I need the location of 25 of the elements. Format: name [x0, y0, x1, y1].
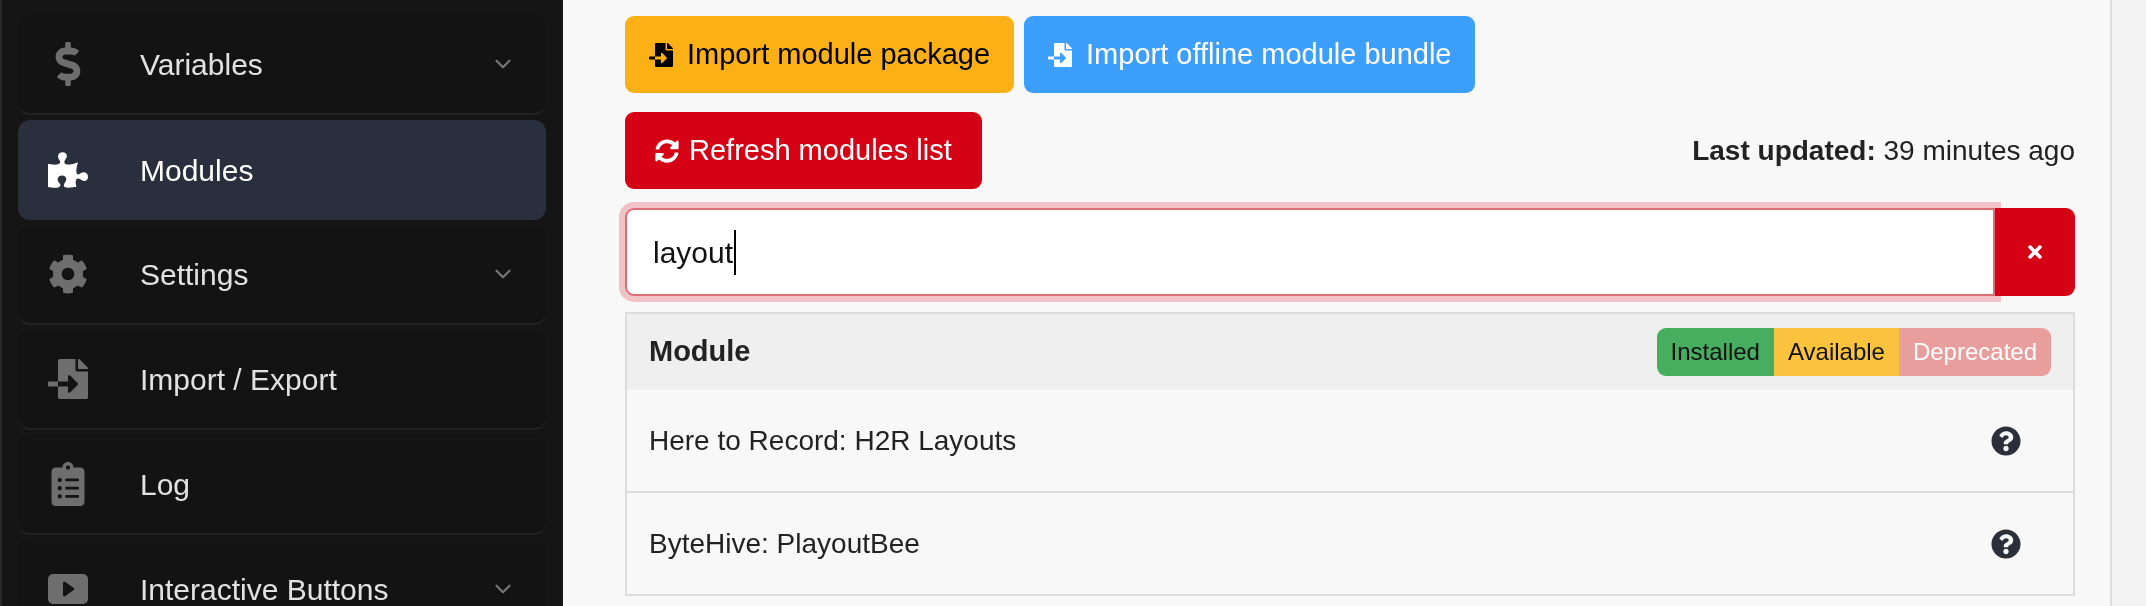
sidebar-label: Modules — [140, 152, 254, 189]
clear-button[interactable] — [1995, 208, 2075, 296]
help-icon[interactable] — [1991, 528, 2021, 559]
status-legend-badge: Available — [1773, 328, 1899, 376]
sidebar-label: Import / Export — [140, 361, 337, 398]
module-name: Here to Record: H2R Layouts — [649, 423, 1017, 458]
close-icon — [2025, 242, 2045, 262]
sidebar-label: Variables — [140, 46, 263, 83]
sidebar-label: Interactive Buttons — [140, 571, 389, 606]
gear-icon — [48, 252, 88, 296]
status-legend-badge: Deprecated — [1898, 328, 2051, 376]
sidebar-item[interactable]: Modules — [18, 120, 546, 220]
last-updated-text: Last updated: 39 minutes ago — [1692, 133, 2075, 168]
sidebar-label: Settings — [140, 256, 249, 293]
import-button[interactable]: Import module package — [625, 16, 1015, 93]
file-import-icon — [48, 357, 88, 401]
refresh-icon — [655, 138, 679, 163]
column-header: Module — [649, 334, 751, 370]
sidebar-label: Log — [140, 466, 191, 503]
refresh-button[interactable]: Refresh modules list — [625, 112, 982, 189]
file-import-icon — [1048, 40, 1073, 69]
status-legend-badge: Installed — [1656, 328, 1774, 376]
file-import-icon — [649, 40, 673, 69]
module-name: ByteHive: PlayoutBee — [649, 526, 920, 561]
help-icon[interactable] — [1991, 425, 2021, 456]
